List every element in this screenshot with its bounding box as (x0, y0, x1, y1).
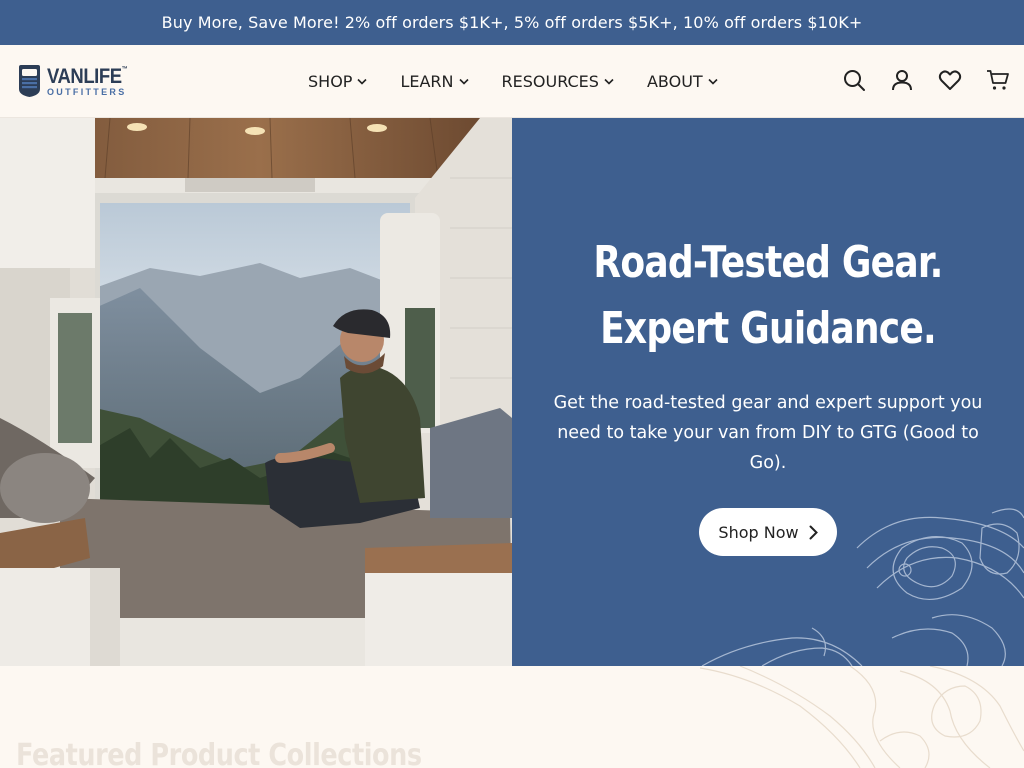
wishlist-heart-icon[interactable] (938, 68, 962, 92)
nav-about[interactable]: ABOUT (647, 72, 718, 91)
search-icon[interactable] (842, 68, 866, 92)
chevron-down-icon (357, 78, 368, 85)
chevron-down-icon (604, 78, 614, 85)
shop-now-button[interactable]: Shop Now (699, 508, 837, 556)
account-icon[interactable] (890, 68, 914, 92)
featured-collections-heading: Featured Product Collections (16, 738, 422, 768)
nav-learn[interactable]: LEARN (400, 72, 469, 91)
collections-section: Featured Product Collections (0, 666, 1024, 768)
hero-subtitle: Get the road-tested gear and expert supp… (553, 393, 983, 473)
site-header: VANLIFE™ OUTFITTERS SHOP LEARN RESOURCES… (0, 45, 1024, 118)
nav-shop[interactable]: SHOP (308, 72, 368, 91)
hero-banner: Road-Tested Gear. Expert Guidance. Get t… (0, 118, 1024, 666)
logo-wordmark: VANLIFE™ (47, 64, 128, 88)
van-logo-icon (19, 65, 40, 97)
logo-tagline: OUTFITTERS (47, 86, 127, 97)
main-nav: SHOP LEARN RESOURCES ABOUT (308, 45, 751, 117)
promo-text: Buy More, Save More! 2% off orders $1K+,… (161, 13, 863, 32)
chevron-down-icon (458, 78, 469, 85)
hero-title-line1: Road-Tested Gear. (593, 237, 943, 288)
chevron-right-icon (809, 525, 818, 539)
nav-resources[interactable]: RESOURCES (502, 72, 614, 91)
logo[interactable]: VANLIFE™ OUTFITTERS (16, 64, 138, 98)
topographic-pattern-decoration (700, 666, 1024, 768)
chevron-down-icon (708, 78, 718, 85)
cart-icon[interactable] (986, 68, 1010, 92)
hero-title-line2: Expert Guidance. (600, 303, 937, 354)
van-interior-illustration (0, 118, 512, 666)
promo-bar: Buy More, Save More! 2% off orders $1K+,… (0, 0, 1024, 45)
header-actions (842, 68, 1010, 92)
hero-van-photo (0, 118, 512, 666)
hero-content-panel: Road-Tested Gear. Expert Guidance. Get t… (512, 118, 1024, 666)
shop-now-label: Shop Now (718, 522, 799, 542)
